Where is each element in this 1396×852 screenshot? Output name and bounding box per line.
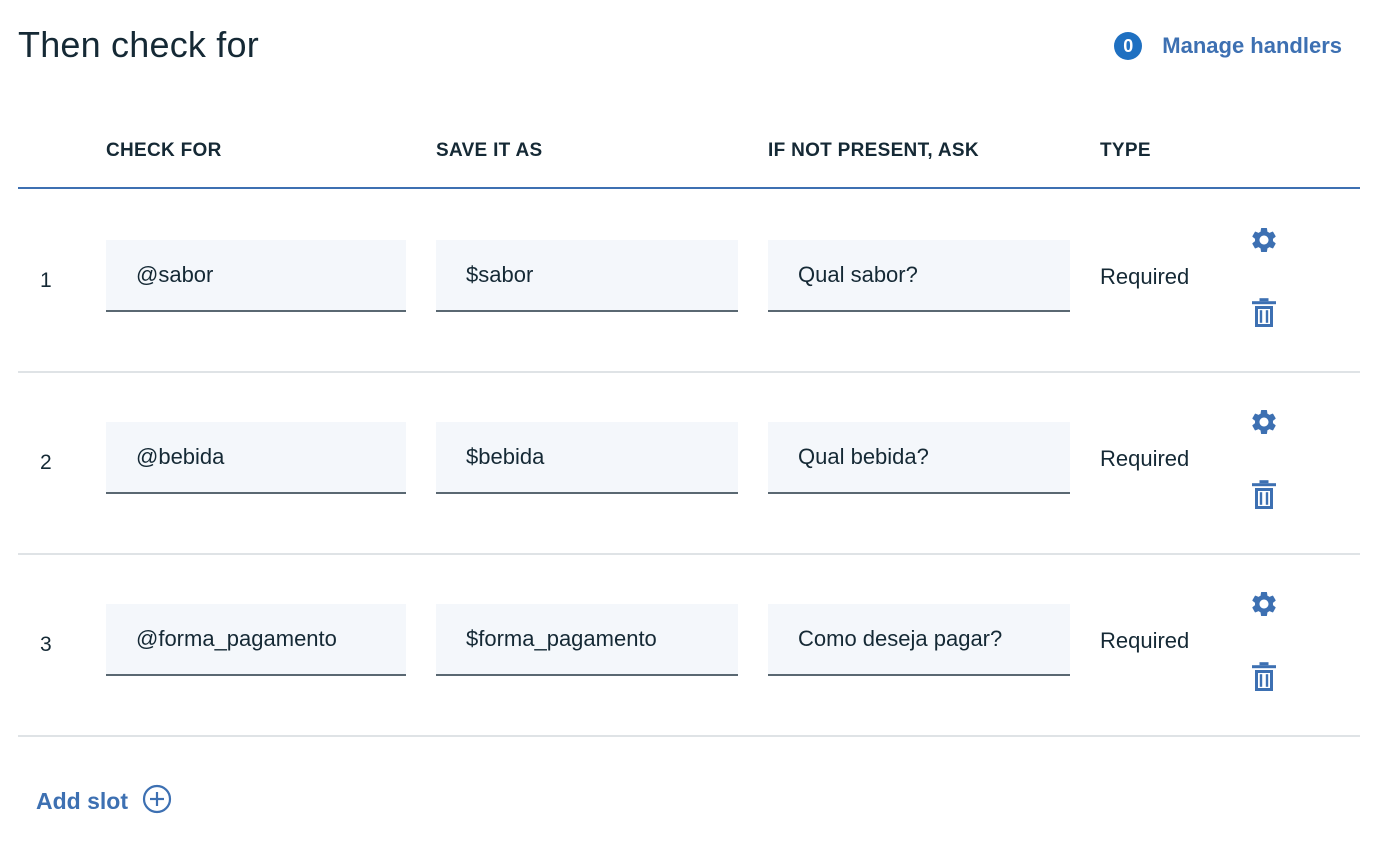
ask-prompt-field[interactable]: Qual bebida? xyxy=(768,422,1070,494)
column-header-check-for: CHECK FOR xyxy=(106,140,222,161)
gear-icon[interactable] xyxy=(1248,588,1280,620)
add-slot-button[interactable]: Add slot xyxy=(36,784,172,819)
gear-icon[interactable] xyxy=(1248,224,1280,256)
slot-type[interactable]: Required xyxy=(1100,446,1189,472)
trash-icon[interactable] xyxy=(1248,660,1280,692)
check-for-field[interactable]: @bebida xyxy=(106,422,406,494)
check-for-field[interactable]: @forma_pagamento xyxy=(106,604,406,676)
column-header-save-as: SAVE IT AS xyxy=(436,140,543,161)
manage-handlers-label: Manage handlers xyxy=(1162,33,1342,58)
slot-number: 2 xyxy=(40,451,52,474)
slot-row: 3 @forma_pagamento $forma_pagamento Como… xyxy=(18,554,1360,737)
slot-type[interactable]: Required xyxy=(1100,264,1189,290)
plus-circle-icon xyxy=(142,784,172,819)
column-header-type: TYPE xyxy=(1100,140,1151,161)
slot-type[interactable]: Required xyxy=(1100,628,1189,654)
slot-row: 1 @sabor $sabor Qual sabor? Required xyxy=(18,190,1360,373)
trash-icon[interactable] xyxy=(1248,296,1280,328)
check-for-field[interactable]: @sabor xyxy=(106,240,406,312)
table-header: CHECK FOR SAVE IT AS IF NOT PRESENT, ASK… xyxy=(18,128,1360,189)
ask-prompt-field[interactable]: Como deseja pagar? xyxy=(768,604,1070,676)
page-title: Then check for xyxy=(18,24,259,65)
slot-number: 3 xyxy=(40,633,52,656)
save-as-field[interactable]: $forma_pagamento xyxy=(436,604,738,676)
trash-icon[interactable] xyxy=(1248,478,1280,510)
save-as-field[interactable]: $bebida xyxy=(436,422,738,494)
column-header-ask: IF NOT PRESENT, ASK xyxy=(768,140,979,161)
slot-row: 2 @bebida $bebida Qual bebida? Required xyxy=(18,372,1360,555)
ask-prompt-field[interactable]: Qual sabor? xyxy=(768,240,1070,312)
manage-handlers-link[interactable]: 0 Manage handlers xyxy=(1114,32,1342,60)
save-as-field[interactable]: $sabor xyxy=(436,240,738,312)
gear-icon[interactable] xyxy=(1248,406,1280,438)
slot-number: 1 xyxy=(40,269,52,292)
add-slot-label: Add slot xyxy=(36,788,128,814)
handlers-count-badge: 0 xyxy=(1114,32,1143,60)
